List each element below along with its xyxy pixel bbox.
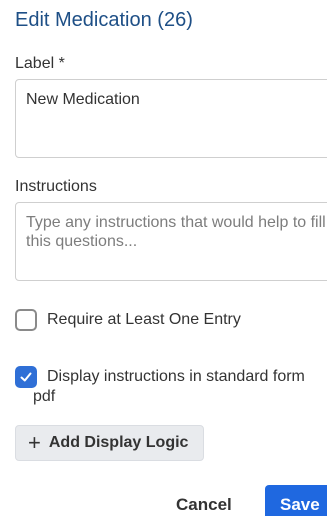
dialog-title: Edit Medication (26) xyxy=(15,9,193,31)
instructions-input-placeholder: Type any instructions that would help to… xyxy=(26,214,326,250)
display-instructions-label: Display instructions in standard form pd… xyxy=(33,368,305,405)
label-input-value: New Medication xyxy=(26,91,140,108)
instructions-input[interactable]: Type any instructions that would help to… xyxy=(15,202,327,281)
save-button[interactable]: Save xyxy=(265,485,327,516)
add-display-logic-label: Add Display Logic xyxy=(48,434,189,451)
cancel-button[interactable]: Cancel xyxy=(176,495,232,515)
require-entry-option[interactable]: Require at Least One Entry xyxy=(15,309,241,331)
label-field-label: Label * xyxy=(15,55,65,72)
checkmark-icon xyxy=(20,372,32,382)
edit-medication-dialog: Edit Medication (26) Label * New Medicat… xyxy=(0,0,327,516)
require-entry-checkbox[interactable] xyxy=(15,309,37,331)
add-display-logic-button[interactable]: + Add Display Logic xyxy=(15,425,205,461)
plus-icon: + xyxy=(28,430,41,455)
display-instructions-option[interactable]: Display instructions in standard form pd… xyxy=(15,366,315,407)
instructions-field-label: Instructions xyxy=(15,178,97,195)
require-entry-label: Require at Least One Entry xyxy=(47,311,241,328)
label-input[interactable]: New Medication xyxy=(15,79,327,158)
